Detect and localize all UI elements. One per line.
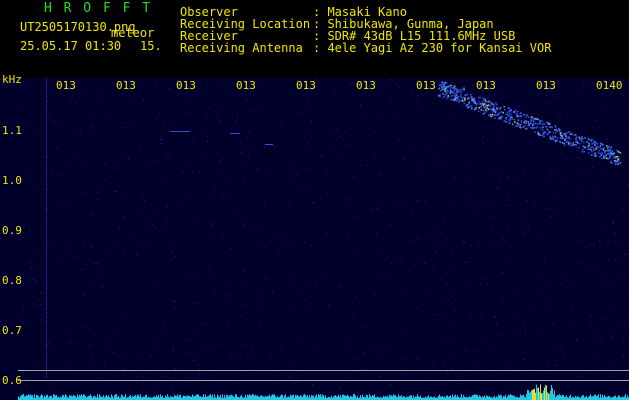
x-tick-label: 013 (236, 79, 256, 92)
datetime-label: 25.05.17 01:30 (20, 39, 122, 53)
x-tick-label: 013 (356, 79, 376, 92)
reference-line (18, 380, 629, 381)
reference-line (18, 370, 629, 371)
info-label-antenna: Receiving Antenna (180, 41, 303, 55)
app-title: H R O F F T (44, 1, 153, 16)
x-tick-label: 013 (536, 79, 556, 92)
y-tick-label: 1.1 (2, 124, 22, 137)
x-tick-label: 013 (416, 79, 436, 92)
x-tick-label: 013 (116, 79, 136, 92)
x-tick-label: 013 (296, 79, 316, 92)
header-panel: H R O F F T UT2505170130.png meteor 25.0… (0, 0, 629, 78)
y-tick-label: 0.9 (2, 224, 22, 237)
x-tick-label: 0140 (596, 79, 623, 92)
interval-label: 15. (140, 39, 162, 53)
unit-label: kHz (2, 73, 22, 86)
spectrogram-plot (0, 78, 629, 400)
spectrogram-canvas (18, 78, 629, 400)
x-tick-label: 013 (56, 79, 76, 92)
category-label: meteor (111, 26, 155, 40)
x-tick-label: 013 (476, 79, 496, 92)
y-tick-label: 1.0 (2, 174, 22, 187)
y-tick-label: 0.7 (2, 324, 22, 337)
x-tick-label: 013 (176, 79, 196, 92)
y-tick-label: 0.8 (2, 274, 22, 287)
info-value-antenna: : 4ele Yagi Az 230 for Kansai VOR (313, 41, 552, 55)
